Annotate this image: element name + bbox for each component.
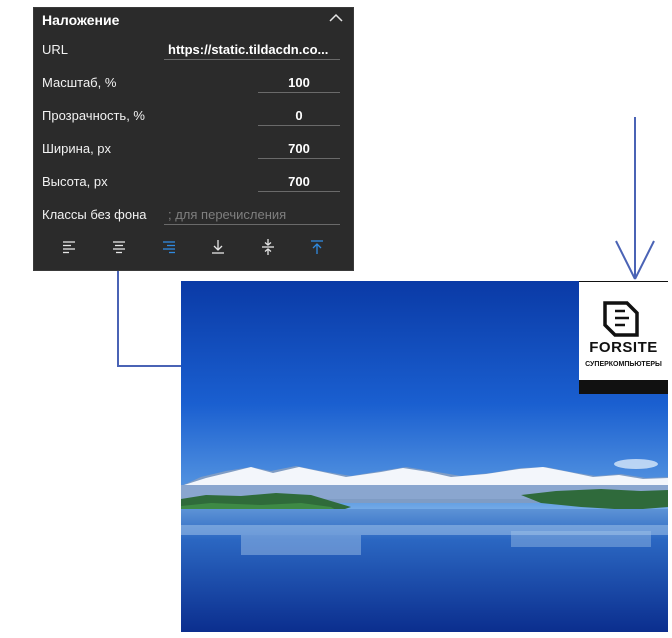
align-right-icon[interactable] <box>160 238 178 256</box>
scale-label: Масштаб, % <box>42 75 117 90</box>
alignment-toolbar <box>34 236 353 260</box>
forsite-logo: FORSITE СУПЕРКОМПЬЮТЕРЫ <box>579 281 668 394</box>
classes-input[interactable]: ; для перечисления <box>164 206 340 225</box>
arrow-down-icon <box>615 117 655 280</box>
align-bottom-icon[interactable] <box>209 238 227 256</box>
panel-header[interactable]: Наложение <box>34 8 353 32</box>
align-center-icon[interactable] <box>110 238 128 256</box>
scale-input[interactable]: 100 <box>258 74 340 93</box>
connector-vertical <box>117 271 119 367</box>
opacity-label: Прозрачность, % <box>42 108 145 123</box>
align-middle-icon[interactable] <box>259 238 277 256</box>
scale-row: Масштаб, % 100 <box>34 68 353 96</box>
chevron-up-icon[interactable] <box>329 13 343 23</box>
panel-title: Наложение <box>42 12 120 28</box>
height-label: Высота, px <box>42 174 108 189</box>
classes-label: Классы без фона <box>42 207 147 222</box>
logo-brand-text: FORSITE <box>589 339 658 356</box>
opacity-input[interactable]: 0 <box>258 107 340 126</box>
height-input[interactable]: 700 <box>258 173 340 192</box>
forsite-logo-mark <box>603 301 639 337</box>
classes-row: Классы без фона ; для перечисления <box>34 200 353 228</box>
align-left-icon[interactable] <box>60 238 78 256</box>
width-label: Ширина, px <box>42 141 112 156</box>
url-label: URL <box>42 42 69 57</box>
height-row: Высота, px 700 <box>34 167 353 195</box>
url-input[interactable]: https://static.tildacdn.co... <box>164 41 340 60</box>
overlay-panel: Наложение URL https://static.tildacdn.co… <box>33 7 354 271</box>
width-row: Ширина, px 700 <box>34 134 353 162</box>
logo-subtitle: СУПЕРКОМПЬЮТЕРЫ <box>585 361 662 368</box>
url-row: URL https://static.tildacdn.co... <box>34 35 353 63</box>
connector-horizontal <box>117 365 181 367</box>
width-input[interactable]: 700 <box>258 140 340 159</box>
opacity-row: Прозрачность, % 0 <box>34 101 353 129</box>
align-top-icon[interactable] <box>308 238 326 256</box>
